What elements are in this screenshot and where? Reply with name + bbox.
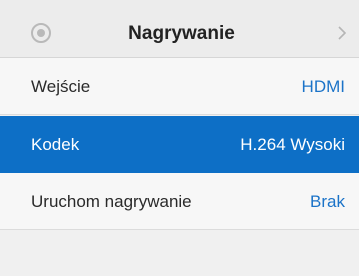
page-title: Nagrywanie [128,23,235,44]
trigger-record-label: Uruchom nagrywanie [31,192,192,211]
empty-area [0,230,359,276]
trigger-record-value[interactable]: Brak [310,192,345,212]
codec-label: Kodek [31,135,80,154]
menu-header: Nagrywanie [0,0,359,58]
menu-row-trigger-record[interactable]: Uruchom nagrywanie Brak [0,173,359,230]
menu-row-codec[interactable]: Kodek H.264 Wysoki [0,116,359,173]
codec-value[interactable]: H.264 Wysoki [240,135,345,155]
input-value[interactable]: HDMI [302,77,345,97]
chevron-right-icon[interactable] [336,25,348,41]
recording-menu-panel: Nagrywanie Wejście HDMI Kodek H.264 Wyso… [0,0,359,276]
input-label: Wejście [31,77,91,96]
menu-row-input[interactable]: Wejście HDMI [0,58,359,115]
